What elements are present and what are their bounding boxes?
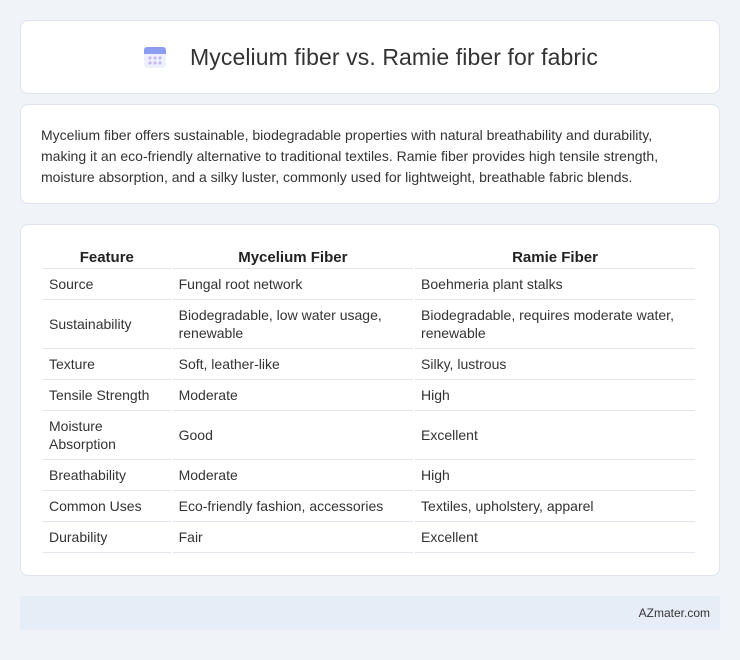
mycelium-cell: Moderate <box>172 380 414 411</box>
ramie-cell: Excellent <box>415 411 695 460</box>
mycelium-cell: Eco-friendly fashion, accessories <box>172 491 414 522</box>
table-row: Sustainability Biodegradable, low water … <box>43 300 695 349</box>
table-row: Durability Fair Excellent <box>43 522 695 553</box>
feature-cell: Common Uses <box>43 491 171 522</box>
ramie-cell: Textiles, upholstery, apparel <box>415 491 695 522</box>
ramie-cell: High <box>415 460 695 491</box>
feature-cell: Durability <box>43 522 171 553</box>
mycelium-cell: Fungal root network <box>172 269 414 300</box>
footer-brand: AZmater.com <box>638 606 710 620</box>
ramie-cell: Biodegradable, requires moderate water, … <box>415 300 695 349</box>
ramie-cell: Boehmeria plant stalks <box>415 269 695 300</box>
feature-cell: Tensile Strength <box>43 380 171 411</box>
mycelium-cell: Soft, leather-like <box>172 349 414 380</box>
table-header-row: Feature Mycelium Fiber Ramie Fiber <box>43 247 695 269</box>
comparison-table: Feature Mycelium Fiber Ramie Fiber Sourc… <box>41 247 697 553</box>
mycelium-cell: Good <box>172 411 414 460</box>
comparison-table-card: Feature Mycelium Fiber Ramie Fiber Sourc… <box>20 224 720 576</box>
page-title: Mycelium fiber vs. Ramie fiber for fabri… <box>190 43 598 70</box>
feature-cell: Breathability <box>43 460 171 491</box>
ramie-cell: Excellent <box>415 522 695 553</box>
mycelium-cell: Biodegradable, low water usage, renewabl… <box>172 300 414 349</box>
ramie-cell: High <box>415 380 695 411</box>
header-mycelium: Mycelium Fiber <box>172 247 414 269</box>
calendar-icon <box>142 44 168 70</box>
feature-cell: Source <box>43 269 171 300</box>
mycelium-cell: Fair <box>172 522 414 553</box>
mycelium-cell: Moderate <box>172 460 414 491</box>
title-card: Mycelium fiber vs. Ramie fiber for fabri… <box>20 20 720 94</box>
feature-cell: Texture <box>43 349 171 380</box>
header-feature: Feature <box>43 247 171 269</box>
footer-bar: AZmater.com <box>20 596 720 630</box>
table-row: Tensile Strength Moderate High <box>43 380 695 411</box>
description-card: Mycelium fiber offers sustainable, biode… <box>20 104 720 204</box>
table-row: Texture Soft, leather-like Silky, lustro… <box>43 349 695 380</box>
table-row: Moisture Absorption Good Excellent <box>43 411 695 460</box>
table-row: Common Uses Eco-friendly fashion, access… <box>43 491 695 522</box>
ramie-cell: Silky, lustrous <box>415 349 695 380</box>
header-ramie: Ramie Fiber <box>415 247 695 269</box>
description-text: Mycelium fiber offers sustainable, biode… <box>41 127 659 185</box>
feature-cell: Moisture Absorption <box>43 411 171 460</box>
feature-cell: Sustainability <box>43 300 171 349</box>
table-row: Breathability Moderate High <box>43 460 695 491</box>
table-row: Source Fungal root network Boehmeria pla… <box>43 269 695 300</box>
